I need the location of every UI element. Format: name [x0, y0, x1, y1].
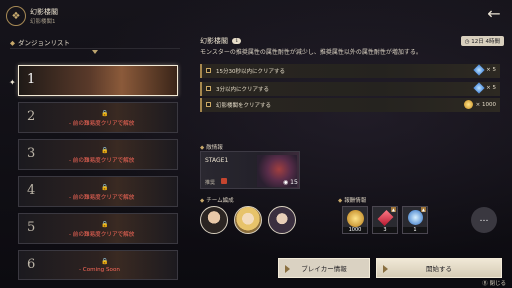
checkbox-icon	[206, 86, 211, 91]
reward-qty: 3	[373, 227, 397, 233]
diamond-icon: ◆	[10, 39, 15, 47]
unlock-condition: - 前の難易度クリアで解放	[69, 232, 135, 238]
mission-row: 15分30秒以内にクリアする × 5	[200, 64, 500, 78]
page-subtitle: 幻影楼閣1	[30, 19, 56, 25]
reward-qty: 1000	[343, 227, 367, 233]
start-button[interactable]: 開始する	[376, 258, 502, 278]
time-remaining-badge: ◷ 12日 4時間	[460, 36, 504, 46]
enemy-count: ◉ 15	[283, 179, 298, 186]
checkbox-icon	[206, 68, 211, 73]
team-label: ◆ チーム編成	[200, 198, 234, 204]
unlock-condition: - 前の難易度クリアで解放	[69, 195, 135, 201]
rewards-label: ◆ 報酬情報	[338, 198, 367, 204]
unlock-condition: - Coming Soon	[79, 267, 120, 273]
difficulty-badge: 1	[232, 38, 242, 44]
arrow-left-icon: ←	[487, 4, 501, 23]
lock-icon: 🔒	[101, 221, 109, 228]
checkbox-icon	[206, 102, 211, 107]
team-avatar-3[interactable]	[268, 206, 296, 234]
lock-icon: 🔒	[101, 258, 109, 265]
stage-item-3[interactable]: 3 🔒 - 前の難易度クリアで解放	[18, 139, 178, 170]
mission-reward: × 5	[473, 82, 496, 94]
scroll-indicator-icon	[92, 50, 98, 54]
selection-pointer-icon: ✦	[9, 78, 16, 87]
lock-icon: 🔒	[101, 147, 109, 154]
unlock-condition: - 前の難易度クリアで解放	[69, 121, 135, 127]
reward-item[interactable]: ▲ 3	[372, 206, 398, 234]
stage-number: 5	[27, 220, 36, 235]
play-triangle-icon	[285, 265, 290, 273]
gem-icon	[473, 82, 485, 94]
stage-item-2[interactable]: 2 🔒 - 前の難易度クリアで解放	[18, 102, 178, 133]
more-rewards-button[interactable]: …	[471, 207, 497, 233]
team-avatar-1[interactable]	[200, 206, 228, 234]
ornament-icon: ❖	[6, 6, 26, 26]
mission-row: 幻影楼閣をクリアする × 1000	[200, 98, 500, 112]
rarity-badge: ▲	[390, 207, 396, 212]
stage-item-5[interactable]: 5 🔒 - 前の難易度クリアで解放	[18, 213, 178, 244]
dungeon-list-header: ◆ ダンジョンリスト	[10, 39, 70, 47]
page-title: 幻影楼閣	[30, 8, 58, 16]
mission-row: 3分以内にクリアする × 5	[200, 82, 500, 96]
stage-item-6[interactable]: 6 🔒 - Coming Soon	[18, 250, 178, 280]
crystal-icon	[377, 210, 394, 226]
enemy-info-label: ◆ 敵情報	[200, 145, 223, 151]
stage-number: 1	[27, 72, 36, 87]
coin-icon	[463, 100, 473, 109]
stage-number: 4	[27, 183, 36, 198]
reward-item[interactable]: 1000	[342, 206, 368, 234]
stage-item-1[interactable]: 1	[18, 65, 178, 96]
reward-item[interactable]: ▲ 1	[402, 206, 428, 234]
close-button[interactable]: Ⓑ 閉じる	[482, 279, 506, 287]
unlock-condition: - 前の難易度クリアで解放	[69, 158, 135, 164]
divider	[10, 48, 180, 49]
mission-text: 3分以内にクリアする	[216, 87, 269, 93]
gem-icon	[473, 64, 485, 76]
team-avatar-2[interactable]	[234, 206, 262, 234]
fire-element-icon	[221, 178, 227, 184]
dungeon-title: 幻影楼閣 1	[200, 36, 242, 46]
enemy-stage: STAGE1	[205, 157, 229, 164]
recommend-label: 推奨	[205, 180, 216, 186]
mission-text: 15分30秒以内にクリアする	[216, 69, 285, 75]
mission-reward: × 1000	[463, 100, 496, 109]
coin-icon	[347, 210, 364, 227]
mission-text: 幻影楼閣をクリアする	[216, 103, 272, 109]
lock-icon: 🔒	[101, 110, 109, 117]
enemy-card[interactable]: STAGE1 推奨 ◉ 15	[200, 151, 300, 189]
stage-item-4[interactable]: 4 🔒 - 前の難易度クリアで解放	[18, 176, 178, 207]
dungeon-description: モンスターの推奨属性の属性耐性が減少し、推奨属性以外の属性耐性が増加する。	[200, 49, 422, 56]
stage-number: 6	[27, 257, 36, 272]
reward-qty: 1	[403, 227, 427, 233]
rarity-badge: ▲	[420, 207, 426, 212]
stage-number: 2	[27, 109, 36, 124]
breaker-info-button[interactable]: ブレイカー情報	[278, 258, 370, 278]
lock-icon: 🔒	[101, 184, 109, 191]
play-triangle-icon	[383, 265, 388, 273]
stage-number: 3	[27, 146, 36, 161]
mission-reward: × 5	[473, 64, 496, 76]
orb-icon	[408, 210, 423, 225]
back-button[interactable]: ←	[484, 4, 504, 24]
